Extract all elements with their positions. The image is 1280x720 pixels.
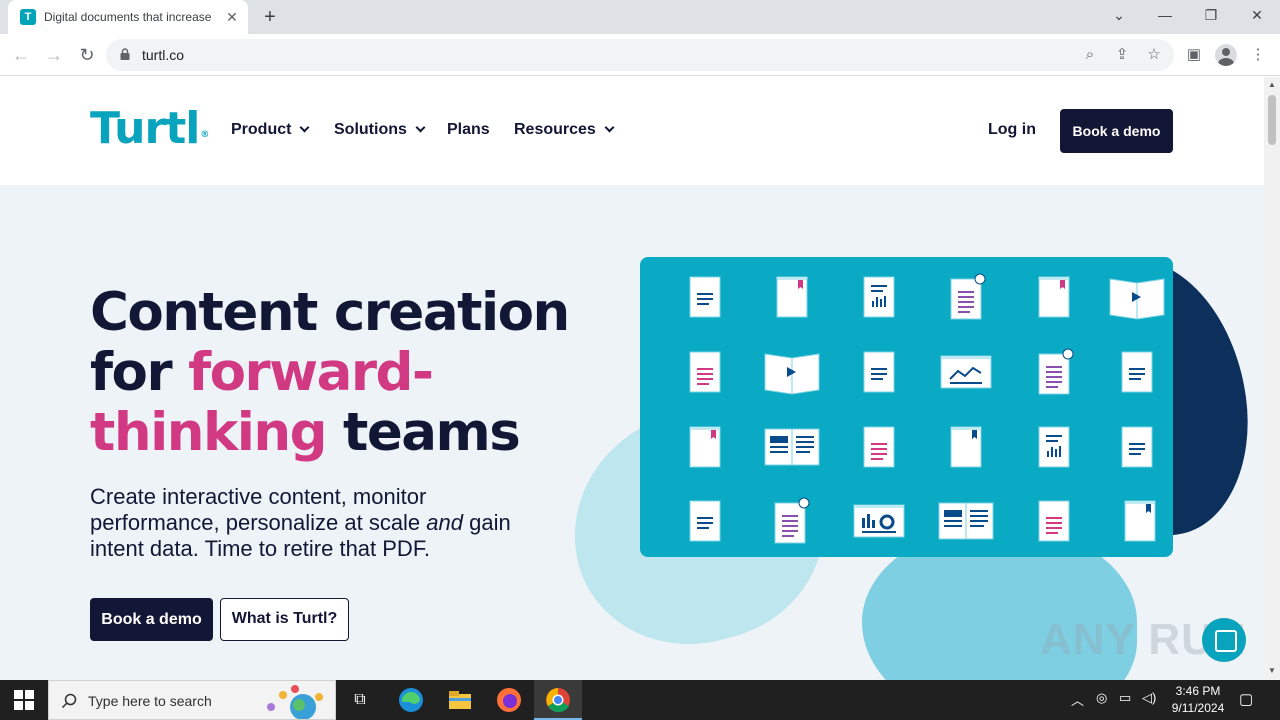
chat-widget-icon[interactable] <box>1202 618 1246 662</box>
what-is-turtl-button[interactable]: What is Turtl? <box>220 598 349 641</box>
hero-subtitle: Create interactive content, monitor perf… <box>90 484 511 561</box>
browser-tab-strip: T Digital documents that increase ✕ + ⌄ … <box>0 0 1280 34</box>
task-view-icon[interactable]: ⧉ <box>346 686 374 714</box>
volume-icon[interactable]: ◁) <box>1142 690 1156 706</box>
firefox-icon[interactable] <box>495 686 523 714</box>
address-bar[interactable]: turtl.co ⌕ ⇪ ☆ <box>106 39 1174 71</box>
document-icons-grid <box>689 273 1165 544</box>
browser-menu-icon[interactable]: ⋮ <box>1247 44 1269 66</box>
taskbar-clock[interactable]: 3:46 PM 9/11/2024 <box>1163 683 1233 717</box>
scrollbar-thumb[interactable] <box>1268 95 1276 145</box>
hero-book-demo-button[interactable]: Book a demo <box>90 598 213 641</box>
notifications-icon[interactable]: ▢ <box>1239 690 1253 708</box>
browser-toolbar: ← → ↻ turtl.co ⌕ ⇪ ☆ ▣ ⋮ <box>0 34 1280 76</box>
edge-browser-icon[interactable] <box>397 686 425 714</box>
back-icon[interactable]: ← <box>8 42 34 68</box>
zoom-icon[interactable]: ⌕ <box>1080 45 1100 65</box>
turtl-logo[interactable]: Turtl® <box>90 104 209 154</box>
nav-resources[interactable]: Resources <box>514 121 615 139</box>
chevron-down-icon <box>300 122 310 133</box>
nav-plans[interactable]: Plans <box>447 121 490 139</box>
side-panel-icon[interactable]: ▣ <box>1183 44 1205 66</box>
site-header: Turtl® Product Solutions Plans Resources… <box>0 77 1264 185</box>
meet-now-icon[interactable]: ◎ <box>1096 690 1107 706</box>
turtl-favicon-icon: T <box>20 9 36 25</box>
forward-icon[interactable]: → <box>41 42 67 68</box>
reload-icon[interactable]: ↻ <box>74 42 100 68</box>
windows-start-icon[interactable] <box>14 690 34 710</box>
close-window-button[interactable]: ✕ <box>1234 0 1280 30</box>
tab-search-icon[interactable]: ⌄ <box>1096 0 1142 30</box>
bookmark-star-icon[interactable]: ☆ <box>1144 45 1164 65</box>
chevron-down-icon <box>415 122 426 133</box>
url-text: turtl.co <box>142 47 185 63</box>
search-icon <box>61 693 77 709</box>
tab-title: Digital documents that increase <box>44 10 212 24</box>
search-highlight-icon <box>267 685 323 719</box>
page-viewport: Turtl® Product Solutions Plans Resources… <box>0 77 1264 680</box>
page-scrollbar[interactable]: ▲ ▼ <box>1264 77 1280 680</box>
nav-product[interactable]: Product <box>231 121 310 139</box>
browser-tab-active[interactable]: T Digital documents that increase ✕ <box>8 0 248 34</box>
lock-icon <box>120 48 130 60</box>
taskbar-search-placeholder: Type here to search <box>88 693 212 709</box>
profile-avatar-icon[interactable] <box>1215 44 1237 66</box>
restore-window-button[interactable]: ❐ <box>1188 0 1234 30</box>
chevron-down-icon <box>604 122 615 133</box>
clock-time: 3:46 PM <box>1175 684 1221 698</box>
header-book-demo-button[interactable]: Book a demo <box>1060 109 1173 153</box>
minimize-window-button[interactable]: — <box>1142 0 1188 30</box>
new-tab-button[interactable]: + <box>259 6 281 28</box>
clock-date: 9/11/2024 <box>1171 701 1225 715</box>
nav-solutions[interactable]: Solutions <box>334 121 426 139</box>
document-icons-panel <box>640 257 1173 557</box>
windows-taskbar: Type here to search ⧉ ︿ ◎ ▭ ◁) 3:46 PM 9… <box>0 680 1280 720</box>
chrome-icon <box>546 688 570 713</box>
show-hidden-icons-icon[interactable]: ︿ <box>1071 690 1084 709</box>
chrome-taskbar-button[interactable] <box>534 680 582 720</box>
login-link[interactable]: Log in <box>988 121 1036 139</box>
tab-close-icon[interactable]: ✕ <box>224 9 240 25</box>
scroll-up-icon[interactable]: ▲ <box>1268 81 1276 89</box>
taskbar-search-box[interactable]: Type here to search <box>48 680 336 720</box>
network-icon[interactable]: ▭ <box>1119 690 1131 706</box>
scroll-down-icon[interactable]: ▼ <box>1268 667 1276 675</box>
share-icon[interactable]: ⇪ <box>1112 45 1132 65</box>
file-explorer-icon[interactable] <box>446 686 474 714</box>
hero-title: Content creation for forward- thinking t… <box>90 282 570 463</box>
